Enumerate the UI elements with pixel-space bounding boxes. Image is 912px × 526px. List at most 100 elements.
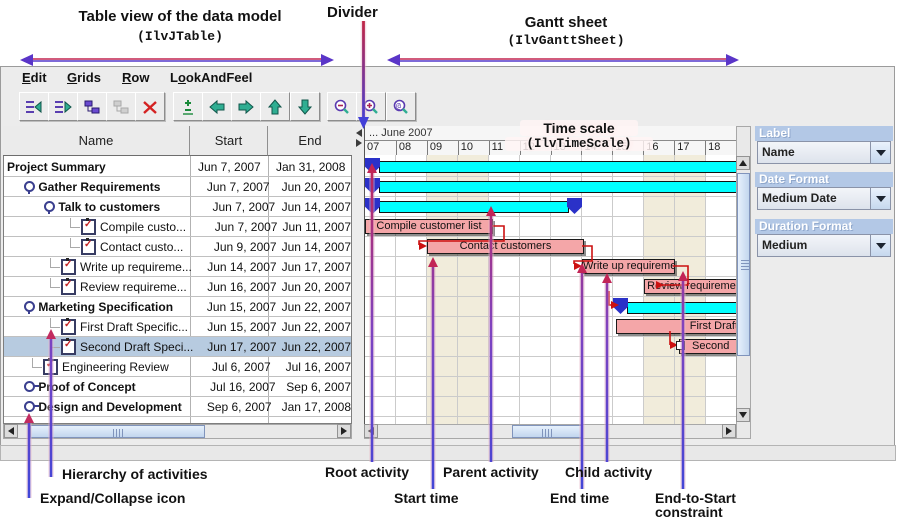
expand-handle-icon[interactable] [24,401,35,412]
gantt-sheet[interactable]: Compile customer list Contact customers … [364,155,736,424]
split-pane-divider[interactable] [353,126,364,439]
right-triangle-icon [726,427,732,435]
annotation-gantt-sheet-sub: (IlvGanttSheet) [460,33,672,48]
zoom-out-button[interactable] [327,92,357,121]
thumb-grip [741,260,749,271]
duration-format-section-header: Duration Format [755,219,893,234]
scroll-right-button[interactable] [722,424,736,438]
zoom-reset-button[interactable]: @ [386,92,416,121]
collapse-handle-icon[interactable] [44,201,55,212]
scroll-left-button[interactable] [4,424,18,438]
dropdown-button[interactable] [870,142,890,163]
table-row[interactable]: Proof of Concept Jul 16, 2007Sep 6, 2007 [4,377,351,397]
date-format-section-header: Date Format [755,172,893,187]
make-child-button[interactable] [77,92,107,121]
annotation-time-scale: Time scale [520,120,638,136]
arrow-down-icon [296,98,314,116]
table-row[interactable]: Project Summary Jun 7, 2007Jan 31, 2008 [4,157,351,177]
hierarchy-disabled-icon [112,98,130,116]
thumb-grip [113,429,124,437]
annotation-root-activity: Root activity [325,464,409,480]
annotation-start-time: Start time [394,490,459,506]
table-row[interactable]: Review requireme... Jun 16, 2007Jun 20, … [4,277,351,297]
expand-collapse-all-button[interactable] [173,92,203,121]
table-row[interactable]: Contact custo... Jun 9, 2007Jun 14, 2007 [4,237,351,257]
up-triangle-icon [739,160,747,166]
thumb-grip [542,429,553,437]
tree-elbow [70,238,80,248]
table-row[interactable]: Compile custo... Jun 7, 2007Jun 11, 2007 [4,217,351,237]
annotation-end-time: End time [550,490,609,506]
insert-row-before-icon [25,98,43,116]
table-h-scrollbar-thumb[interactable] [30,425,205,438]
menu-edit[interactable]: Edit [22,70,47,85]
move-down-button[interactable] [290,92,320,121]
task-checkbox-icon [61,279,76,295]
gantt-sheet-span-arrow [387,54,739,66]
table-view-span-arrow [20,54,334,66]
annotation-gantt-sheet: Gantt sheet [460,14,672,31]
hierarchy-icon [83,98,101,116]
gantt-h-scrollbar-thumb[interactable] [512,425,582,438]
table-row[interactable]: Marketing Specification Jun 15, 2007Jun … [4,297,351,317]
delete-row-button[interactable] [135,92,165,121]
date-format-combobox[interactable]: Medium Date [757,187,891,210]
move-up-button[interactable] [260,92,290,121]
table-row[interactable]: Design and Development Sep 6, 2007Jan 17… [4,397,351,417]
table-row[interactable]: Talk to customers Jun 7, 2007Jun 14, 200… [4,197,351,217]
collapse-handle-icon[interactable] [24,181,35,192]
collapse-handle-icon[interactable] [24,301,35,312]
zoom-out-icon [333,98,351,116]
tree-elbow [50,258,60,268]
table-row[interactable]: Gather Requirements Jun 7, 2007Jun 20, 2… [4,177,351,197]
left-triangle-icon [368,427,374,435]
menu-grids[interactable]: Grids [67,70,101,85]
dropdown-button[interactable] [870,188,890,209]
collapse-left-icon[interactable] [356,129,362,137]
annotation-table-view-sub: (IlvJTable) [60,29,300,44]
arrow-left-icon [208,98,226,116]
table-row[interactable]: First Draft Specific... Jun 15, 2007Jun … [4,317,351,337]
column-header-end[interactable]: End [268,126,352,156]
insert-row-before-button[interactable] [19,92,49,121]
menu-lookandfeel[interactable]: LookAndFeel [170,70,252,85]
chevron-down-icon [876,150,886,156]
annotation-hierarchy: Hierarchy of activities [62,466,208,482]
move-left-button[interactable] [202,92,232,121]
annotation-divider: Divider [327,4,378,21]
table-row[interactable]: Write up requireme... Jun 14, 2007Jun 17… [4,257,351,277]
table-row[interactable]: Engineering Review Jul 6, 2007Jul 16, 20… [4,357,351,377]
insert-row-after-button[interactable] [48,92,78,121]
end-to-start-constraint-link [419,226,688,345]
scroll-up-button[interactable] [736,156,750,170]
right-triangle-icon [341,427,347,435]
insert-row-after-icon [54,98,72,116]
selection-handle[interactable] [676,341,685,350]
page: Table view of the data model (IlvJTable)… [0,0,912,526]
duration-format-combobox[interactable]: Medium [757,234,891,257]
expand-handle-icon[interactable] [24,381,35,392]
task-checkbox-icon [61,339,76,355]
collapse-right-icon[interactable] [356,139,362,147]
tree-elbow [70,218,80,228]
column-header-start[interactable]: Start [190,126,268,156]
menu-row[interactable]: Row [122,70,149,85]
table-header: Name Start End [3,126,352,156]
scroll-right-button[interactable] [337,424,351,438]
label-combobox[interactable]: Name [757,141,891,164]
zoom-in-button[interactable] [356,92,386,121]
annotation-child-activity: Child activity [565,464,652,480]
task-checkbox-icon [81,239,96,255]
scroll-left-button[interactable] [364,424,378,438]
scroll-down-button[interactable] [736,408,750,422]
left-triangle-icon [8,427,14,435]
dropdown-button[interactable] [870,235,890,256]
column-header-name[interactable]: Name [3,126,190,156]
table-row-selected[interactable]: Second Draft Speci... Jun 17, 2007Jun 22… [4,337,351,357]
task-checkbox-icon [61,319,76,335]
annotation-expand-collapse: Expand/Collapse icon [40,490,185,506]
make-parent-button-disabled [106,92,136,121]
move-right-button[interactable] [231,92,261,121]
gantt-v-scrollbar-thumb[interactable] [737,173,750,356]
constraint-links-layer [365,155,736,424]
